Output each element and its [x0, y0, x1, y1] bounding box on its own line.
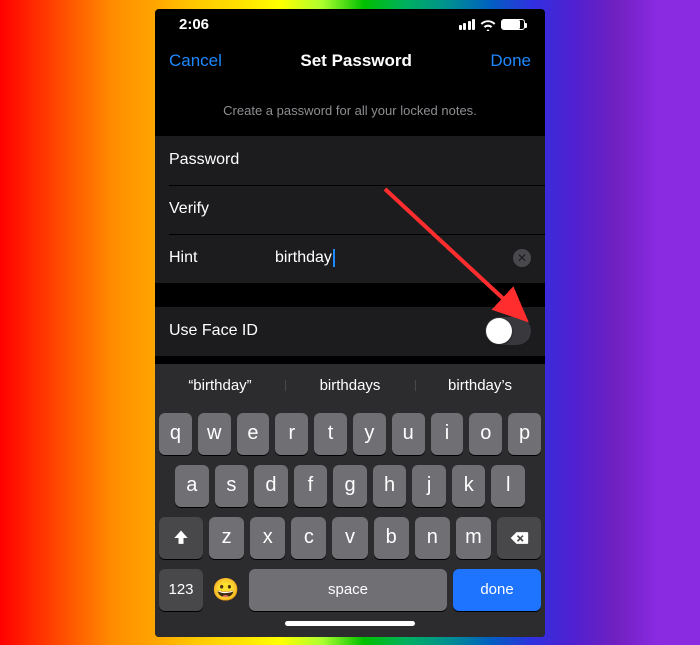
key-j[interactable]: j: [412, 465, 446, 507]
key-m[interactable]: m: [456, 517, 491, 559]
key-a[interactable]: a: [175, 465, 209, 507]
password-label: Password: [169, 151, 275, 169]
key-row-bottom: 123 😀 space done: [155, 564, 545, 617]
suggestion-bar: “birthday” birthdays birthday’s: [155, 364, 545, 408]
keyboard: “birthday” birthdays birthday’s q w e r …: [155, 364, 545, 637]
suggestion-2[interactable]: birthday’s: [415, 377, 545, 394]
shift-key[interactable]: [159, 517, 203, 559]
suggestion-1[interactable]: birthdays: [285, 377, 415, 394]
suggestion-0[interactable]: “birthday”: [155, 377, 285, 394]
key-o[interactable]: o: [469, 413, 502, 455]
password-group: Password Verify Hint birthday ✕: [155, 136, 545, 283]
password-input[interactable]: [275, 151, 531, 169]
emoji-key[interactable]: 😀: [209, 569, 243, 611]
status-bar: 2:06: [155, 9, 545, 41]
password-row[interactable]: Password: [155, 136, 545, 185]
cancel-button[interactable]: Cancel: [169, 51, 222, 71]
key-y[interactable]: y: [353, 413, 386, 455]
key-p[interactable]: p: [508, 413, 541, 455]
page-title: Set Password: [300, 51, 412, 71]
space-key[interactable]: space: [249, 569, 447, 611]
status-time: 2:06: [179, 16, 209, 33]
key-e[interactable]: e: [237, 413, 270, 455]
key-h[interactable]: h: [373, 465, 407, 507]
key-x[interactable]: x: [250, 517, 285, 559]
hint-row[interactable]: Hint birthday ✕: [155, 234, 545, 283]
verify-label: Verify: [169, 200, 275, 218]
status-icons: [459, 19, 526, 31]
key-w[interactable]: w: [198, 413, 231, 455]
key-t[interactable]: t: [314, 413, 347, 455]
key-g[interactable]: g: [333, 465, 367, 507]
clear-text-icon[interactable]: ✕: [513, 249, 531, 267]
faceid-label: Use Face ID: [169, 322, 485, 340]
key-row-3: z x c v b n m: [155, 512, 545, 564]
verify-input[interactable]: [275, 200, 531, 218]
faceid-toggle[interactable]: [485, 317, 531, 345]
key-b[interactable]: b: [374, 517, 409, 559]
faceid-group: Use Face ID: [155, 307, 545, 356]
hint-label: Hint: [169, 249, 275, 267]
key-s[interactable]: s: [215, 465, 249, 507]
phone-screen: 2:06 Cancel Set Password Done Create a p…: [155, 9, 545, 637]
key-k[interactable]: k: [452, 465, 486, 507]
key-z[interactable]: z: [209, 517, 244, 559]
key-r[interactable]: r: [275, 413, 308, 455]
home-indicator[interactable]: [155, 617, 545, 637]
numbers-key[interactable]: 123: [159, 569, 203, 611]
hint-input[interactable]: birthday: [275, 249, 335, 267]
wifi-icon: [480, 19, 496, 31]
done-button[interactable]: Done: [490, 51, 531, 71]
keyboard-done-key[interactable]: done: [453, 569, 541, 611]
backspace-key[interactable]: [497, 517, 541, 559]
key-u[interactable]: u: [392, 413, 425, 455]
nav-bar: Cancel Set Password Done: [155, 41, 545, 81]
battery-icon: [501, 19, 525, 30]
key-q[interactable]: q: [159, 413, 192, 455]
key-row-1: q w e r t y u i o p: [155, 408, 545, 460]
key-l[interactable]: l: [491, 465, 525, 507]
faceid-row: Use Face ID: [155, 307, 545, 356]
key-n[interactable]: n: [415, 517, 450, 559]
key-c[interactable]: c: [291, 517, 326, 559]
key-v[interactable]: v: [332, 517, 367, 559]
key-i[interactable]: i: [431, 413, 464, 455]
key-d[interactable]: d: [254, 465, 288, 507]
key-f[interactable]: f: [294, 465, 328, 507]
verify-row[interactable]: Verify: [155, 185, 545, 234]
cellular-icon: [459, 19, 476, 30]
page-subtitle: Create a password for all your locked no…: [155, 81, 545, 136]
key-row-2: a s d f g h j k l: [155, 460, 545, 512]
